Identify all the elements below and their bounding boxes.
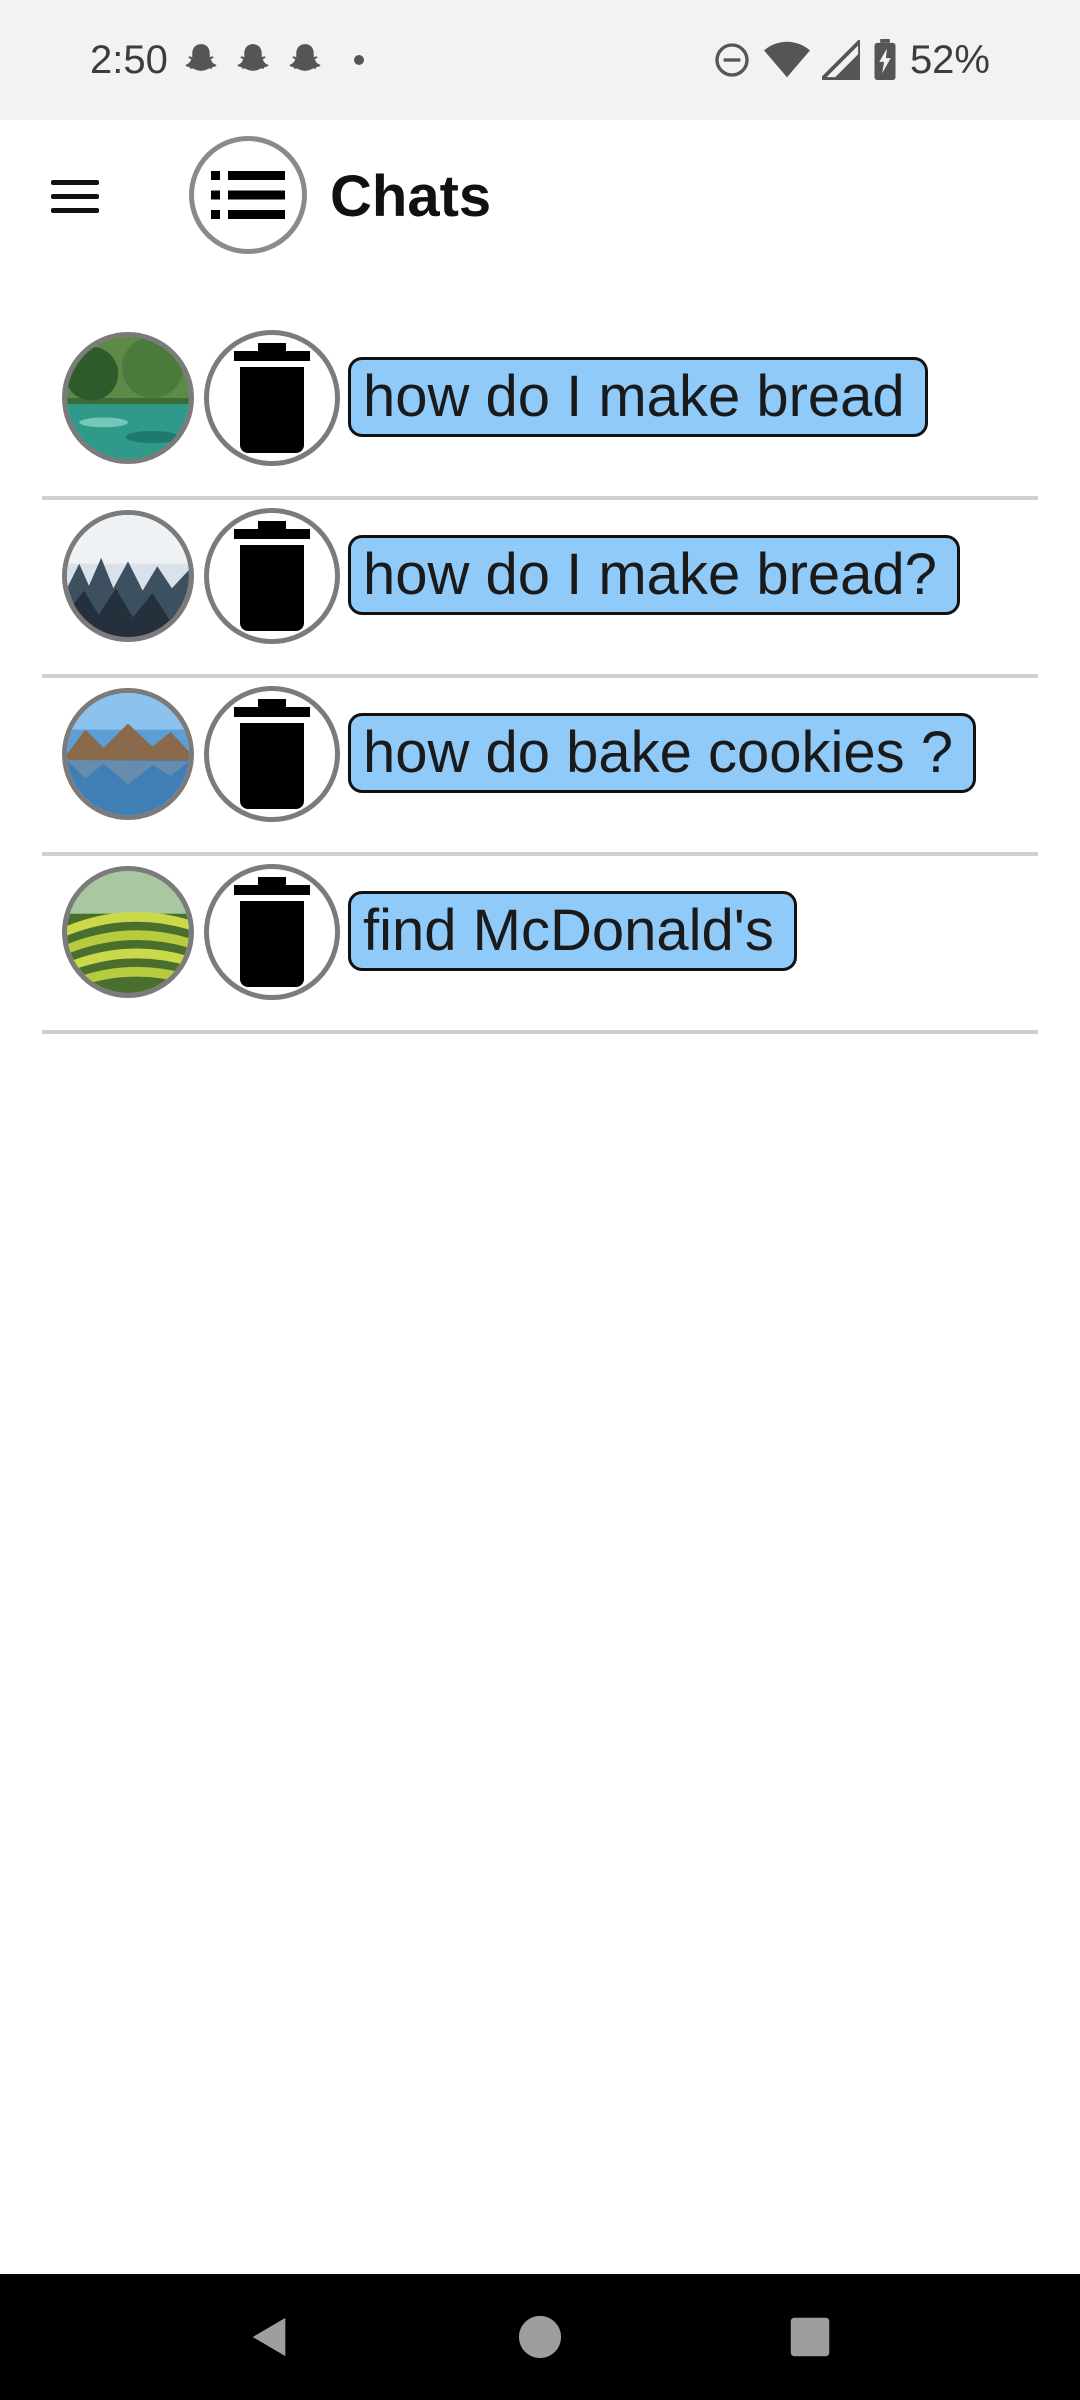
app-bar: Chats [0, 120, 1080, 270]
rice-terraces-image [62, 866, 194, 998]
chat-title[interactable]: find McDonald's [348, 891, 797, 971]
status-left: 2:50 [90, 0, 364, 120]
chat-row[interactable]: how do I make bread? [42, 500, 1038, 678]
home-button[interactable] [490, 2274, 590, 2400]
cell-signal-icon [821, 40, 860, 80]
snapchat-icon [182, 41, 220, 79]
notification-dot-icon [353, 55, 364, 65]
back-button[interactable] [220, 2274, 320, 2400]
delete-button[interactable] [204, 330, 340, 466]
trash-icon [234, 343, 310, 453]
status-bar: 2:50 52% [0, 0, 1080, 120]
battery-charging-icon [872, 39, 898, 81]
delete-button[interactable] [204, 864, 340, 1000]
chat-title[interactable]: how do I make bread? [348, 535, 960, 615]
delete-button[interactable] [204, 686, 340, 822]
do-not-disturb-icon [712, 40, 752, 80]
mountain-lake-image [62, 688, 194, 820]
hamburger-menu-icon[interactable] [30, 156, 120, 236]
chat-title[interactable]: how do I make bread [348, 357, 928, 437]
snapchat-icon [286, 41, 324, 79]
list-icon [211, 171, 285, 219]
chat-list: how do I make bread how do I make bread? [42, 322, 1038, 1034]
status-right: 52% [712, 0, 990, 120]
river-forest-image [62, 332, 194, 464]
chat-row[interactable]: how do I make bread [42, 322, 1038, 500]
recents-button[interactable] [760, 2274, 860, 2400]
chat-row[interactable]: how do bake cookies ? [42, 678, 1038, 856]
trash-icon [234, 699, 310, 809]
status-time: 2:50 [90, 37, 168, 82]
recents-icon [790, 2317, 830, 2357]
chat-title[interactable]: how do bake cookies ? [348, 713, 977, 793]
delete-button[interactable] [204, 508, 340, 644]
list-button[interactable] [189, 136, 307, 254]
back-icon [252, 2317, 286, 2357]
misty-forest-image [62, 510, 194, 642]
trash-icon [234, 877, 310, 987]
navigation-bar [0, 2274, 1080, 2400]
battery-percent: 52% [909, 37, 990, 82]
snapchat-icon [234, 41, 272, 79]
wifi-icon [763, 40, 810, 80]
home-icon [518, 2315, 562, 2359]
trash-icon [234, 521, 310, 631]
chat-row[interactable]: find McDonald's [42, 856, 1038, 1034]
page-title: Chats [330, 164, 492, 229]
